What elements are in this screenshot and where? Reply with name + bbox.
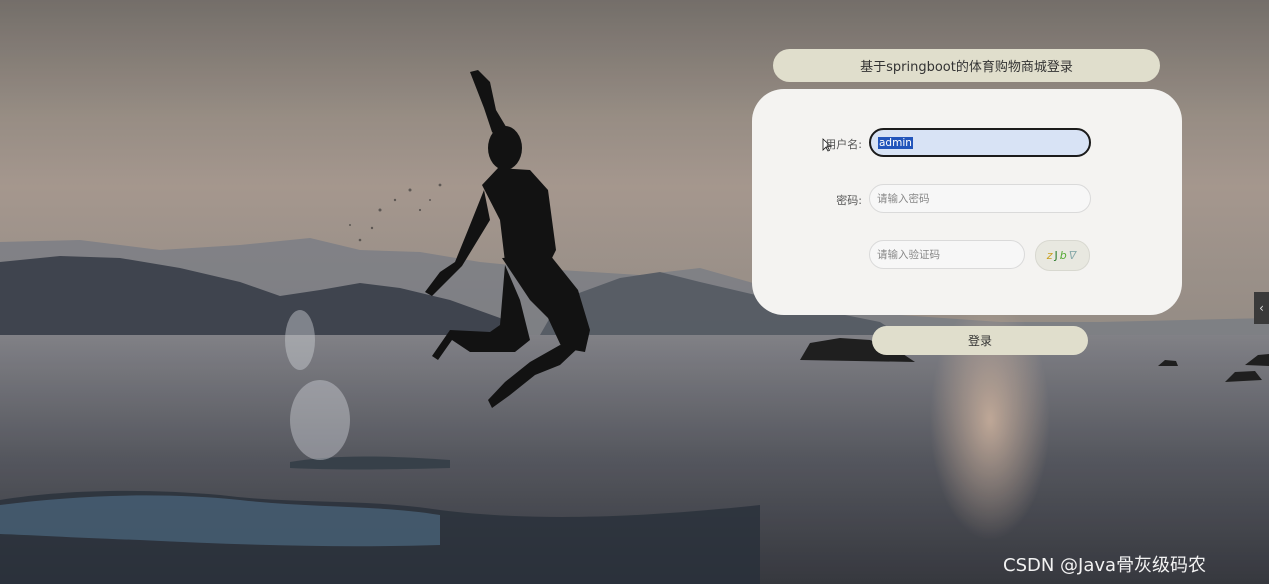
login-title: 基于springboot的体育购物商城登录 bbox=[773, 49, 1160, 82]
chevron-left-icon: ‹ bbox=[1259, 301, 1264, 315]
side-panel-toggle[interactable]: ‹ bbox=[1254, 292, 1269, 324]
login-button[interactable]: 登录 bbox=[872, 326, 1088, 355]
captcha-image[interactable]: zJbᐁ bbox=[1035, 240, 1090, 271]
captcha-input[interactable]: 请输入验证码 bbox=[869, 240, 1025, 269]
password-input[interactable]: 请输入密码 bbox=[869, 184, 1091, 213]
username-input[interactable]: admin bbox=[869, 128, 1091, 157]
username-value: admin bbox=[878, 136, 913, 149]
password-label: 密码: bbox=[836, 194, 862, 207]
username-label: 用户名: bbox=[825, 138, 862, 151]
watermark: CSDN @Java骨灰级码农 bbox=[1003, 555, 1207, 576]
